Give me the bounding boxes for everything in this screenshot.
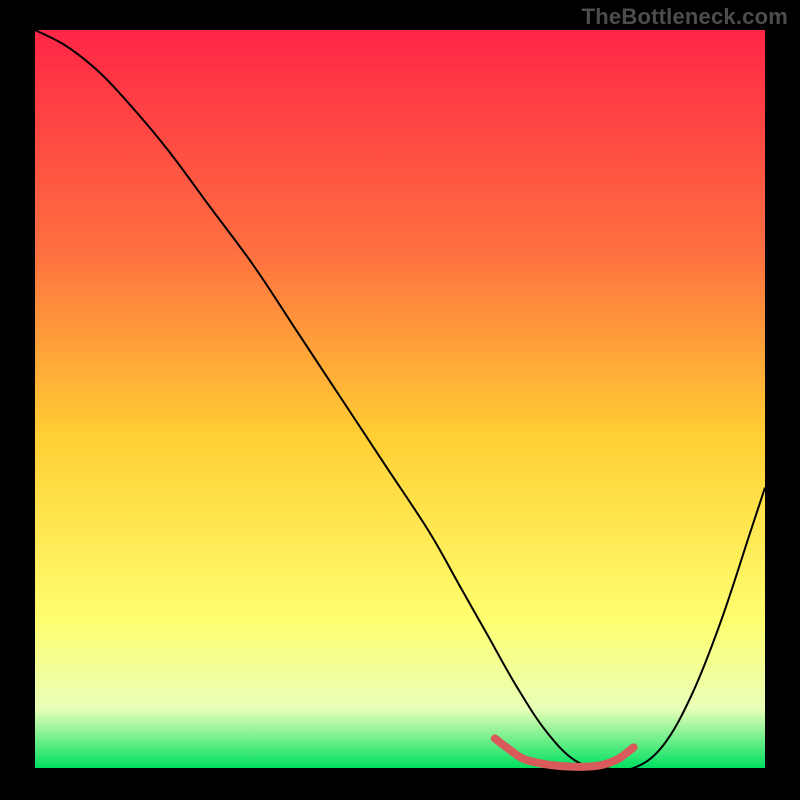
bottleneck-chart	[0, 0, 800, 800]
plot-background	[35, 30, 765, 768]
chart-frame: { "watermark": "TheBottleneck.com", "col…	[0, 0, 800, 800]
watermark-text: TheBottleneck.com	[582, 4, 788, 30]
